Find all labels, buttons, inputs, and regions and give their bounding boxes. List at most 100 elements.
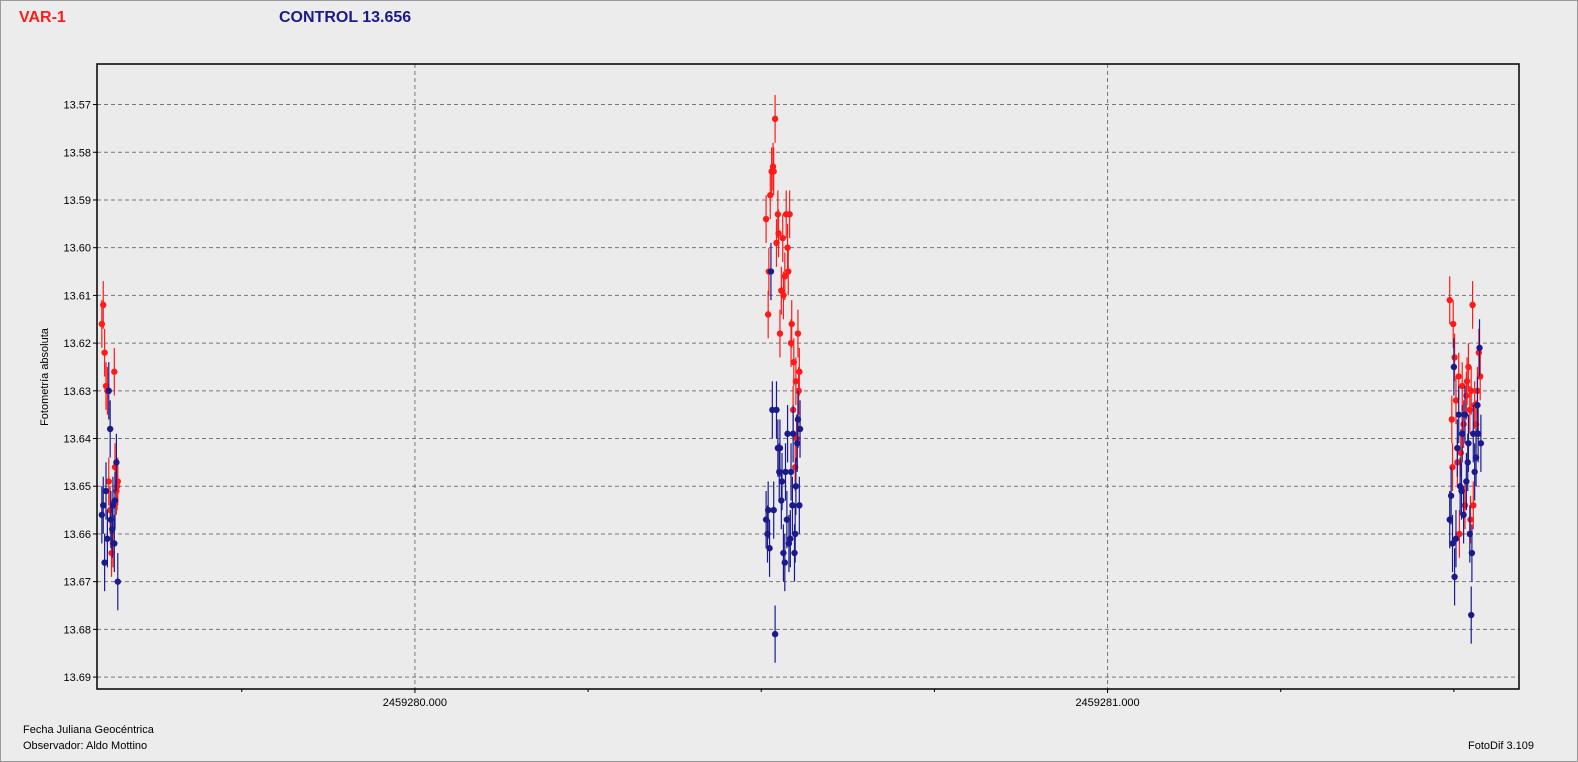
- data-point: [1474, 401, 1481, 409]
- observer-label: Observador: Aldo Mottino: [23, 740, 148, 752]
- data-point: [770, 506, 777, 514]
- data-point: [105, 387, 112, 395]
- data-point: [784, 244, 791, 251]
- data-point: [1476, 344, 1483, 352]
- data-point: [774, 211, 782, 218]
- data-point: [1465, 440, 1472, 447]
- data-point: [764, 311, 772, 318]
- data-point: [1448, 416, 1456, 423]
- data-point: [114, 578, 121, 585]
- data-point: [1451, 573, 1458, 581]
- data-point: [789, 430, 797, 437]
- plot-area: [97, 64, 1519, 689]
- data-point: [787, 535, 794, 542]
- data-point: [1468, 611, 1475, 619]
- data-point: [98, 511, 106, 519]
- data-point: [770, 168, 777, 175]
- data-point: [787, 468, 795, 476]
- y-tick-label: 13.62: [63, 338, 91, 350]
- y-tick-label: 13.60: [63, 243, 91, 255]
- data-point: [1470, 502, 1477, 509]
- data-point: [1452, 535, 1460, 542]
- data-point: [1463, 392, 1470, 399]
- data-point: [106, 425, 114, 433]
- data-point: [1468, 549, 1476, 557]
- data-point: [791, 549, 798, 557]
- y-tick-label: 13.61: [63, 290, 91, 302]
- y-tick-label: 13.64: [63, 434, 91, 446]
- data-point: [762, 215, 770, 223]
- data-point: [111, 497, 119, 504]
- data-point: [98, 320, 106, 328]
- data-point: [785, 268, 792, 275]
- y-tick-label: 13.65: [63, 481, 91, 493]
- data-point: [781, 559, 788, 566]
- y-tick-label: 13.58: [63, 147, 91, 159]
- data-point: [791, 530, 799, 538]
- y-tick-label: 13.66: [63, 529, 91, 541]
- software-label: FotoDif 3.109: [1468, 740, 1535, 752]
- data-point: [780, 292, 787, 299]
- grid-layer: [97, 64, 1519, 689]
- x-tick-label: 2459280.000: [383, 697, 447, 709]
- data-point: [102, 487, 110, 495]
- data-point: [1451, 354, 1458, 361]
- data-point: [771, 115, 779, 123]
- data-point: [1460, 421, 1467, 428]
- data-point: [1455, 411, 1462, 418]
- data-point: [1461, 411, 1469, 418]
- data-point: [1447, 492, 1455, 499]
- chart-window: VAR-1 CONTROL 13.656 Fotometría absoluta…: [0, 0, 1578, 762]
- data-point: [792, 483, 800, 490]
- data-point: [767, 192, 774, 199]
- data-point: [1461, 502, 1469, 509]
- data-point: [101, 349, 108, 356]
- data-point: [1450, 363, 1458, 371]
- y-tick-label: 13.69: [63, 672, 91, 684]
- y-tick-label: 13.59: [63, 195, 91, 207]
- x-axis-label: Fecha Juliana Geocéntrica: [23, 724, 154, 736]
- data-point: [1471, 468, 1478, 476]
- data-point: [1469, 301, 1476, 309]
- data-point: [1449, 463, 1456, 471]
- data-point: [767, 268, 775, 275]
- data-point: [782, 468, 789, 476]
- data-point: [104, 535, 111, 542]
- x-tick-label: 2459281.000: [1075, 697, 1139, 709]
- data-point: [111, 540, 118, 547]
- data-point: [796, 425, 804, 433]
- data-point: [1463, 478, 1470, 485]
- data-point: [100, 301, 107, 309]
- data-point: [776, 444, 784, 452]
- data-point: [786, 211, 793, 218]
- data-point: [796, 368, 803, 375]
- data-point: [778, 478, 786, 485]
- data-point: [1466, 406, 1474, 414]
- data-point: [780, 549, 787, 557]
- data-point: [795, 387, 802, 395]
- y-tick-label: 13.57: [63, 100, 91, 112]
- data-point: [794, 330, 802, 337]
- data-point: [1460, 511, 1467, 519]
- data-point: [1454, 444, 1461, 452]
- data-point: [784, 430, 791, 437]
- data-point: [764, 506, 772, 514]
- y-tick-label: 13.67: [63, 577, 91, 589]
- data-point: [1463, 378, 1471, 385]
- data-point: [1477, 440, 1485, 447]
- data-point: [796, 502, 803, 509]
- data-point: [1455, 373, 1462, 380]
- data-point: [1446, 296, 1453, 304]
- data-point: [766, 545, 773, 552]
- data-point: [1449, 320, 1457, 328]
- data-point: [788, 320, 795, 328]
- y-tick-label: 13.63: [63, 386, 91, 398]
- data-point: [776, 330, 784, 337]
- data-point: [111, 368, 118, 375]
- data-point: [773, 406, 780, 414]
- data-point: [778, 497, 785, 504]
- y-tick-label: 13.68: [63, 624, 91, 636]
- data-point: [1464, 459, 1471, 466]
- data-point: [113, 459, 120, 466]
- data-point: [779, 234, 786, 242]
